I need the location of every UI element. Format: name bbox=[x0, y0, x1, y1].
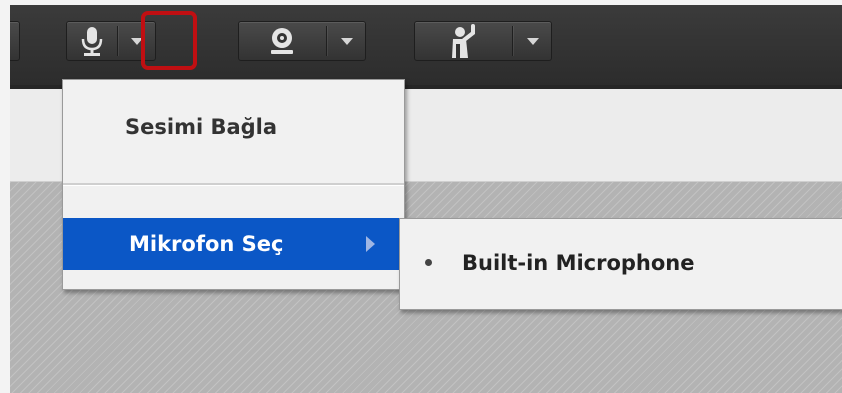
webcam-icon bbox=[271, 28, 293, 54]
menu-separator bbox=[63, 183, 404, 186]
select-microphone-label: Mikrofon Seç bbox=[129, 232, 284, 256]
webcam-dropdown-button[interactable] bbox=[327, 22, 366, 60]
builtin-microphone-menu-item[interactable]: Built-in Microphone bbox=[400, 239, 842, 287]
status-dropdown-button[interactable] bbox=[513, 22, 552, 60]
raise-hand-icon bbox=[452, 24, 475, 58]
microphone-button[interactable] bbox=[67, 22, 116, 60]
status-control bbox=[414, 21, 552, 61]
top-toolbar bbox=[10, 5, 842, 87]
chevron-down-icon bbox=[340, 37, 353, 45]
meeting-app: Sesimi Bağla Mikrofon Seç Built-in Micro… bbox=[10, 0, 842, 393]
chevron-down-icon bbox=[526, 37, 539, 45]
webcam-button[interactable] bbox=[239, 22, 325, 60]
connect-audio-menu-item[interactable]: Sesimi Bağla bbox=[63, 103, 404, 151]
selected-bullet-icon bbox=[425, 259, 432, 266]
microphone-dropdown-menu: Sesimi Bağla Mikrofon Seç bbox=[62, 79, 405, 290]
dropdown-highlight-ring bbox=[141, 11, 197, 70]
connect-audio-label: Sesimi Bağla bbox=[125, 115, 278, 139]
microphone-submenu: Built-in Microphone bbox=[399, 218, 842, 310]
microphone-icon bbox=[81, 27, 102, 56]
toolbar-left-button[interactable] bbox=[10, 21, 20, 61]
chevron-right-icon bbox=[366, 236, 375, 252]
webcam-control bbox=[238, 21, 366, 61]
select-microphone-menu-item[interactable]: Mikrofon Seç bbox=[63, 218, 404, 270]
raise-hand-button[interactable] bbox=[415, 22, 511, 60]
builtin-microphone-label: Built-in Microphone bbox=[462, 251, 695, 275]
